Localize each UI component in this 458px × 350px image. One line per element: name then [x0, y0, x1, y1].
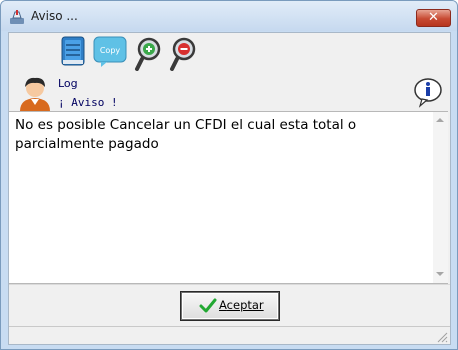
- log-label: Log: [58, 77, 78, 90]
- aviso-label: ¡ Aviso !: [58, 96, 118, 109]
- close-button[interactable]: ✕: [416, 9, 451, 27]
- accept-label: Aceptar: [219, 298, 264, 312]
- zoom-in-icon[interactable]: [133, 37, 163, 71]
- copy-button[interactable]: Copy: [93, 36, 127, 68]
- button-bar: Aceptar: [9, 284, 450, 326]
- window-title: Aviso ...: [31, 9, 78, 23]
- app-icon: [10, 10, 24, 24]
- notebook-icon[interactable]: [60, 36, 86, 66]
- svg-text:Copy: Copy: [100, 46, 121, 55]
- close-icon: ✕: [428, 10, 439, 25]
- zoom-out-icon[interactable]: [168, 37, 198, 71]
- scroll-down-icon[interactable]: [436, 272, 444, 276]
- info-icon: [414, 78, 442, 108]
- vertical-scrollbar[interactable]: [433, 112, 448, 283]
- dialog-window: Aviso ... ✕ Copy Log ¡ Aviso ! No es pos…: [0, 0, 458, 350]
- scroll-up-icon[interactable]: [436, 118, 444, 122]
- checkmark-icon: [199, 298, 217, 313]
- dialog-body: Copy Log ¡ Aviso ! No es posible Cancela…: [8, 32, 451, 345]
- status-bar: [9, 326, 450, 345]
- resize-grip-icon[interactable]: [436, 331, 448, 343]
- message-text: No es posible Cancelar un CFDI el cual e…: [15, 117, 357, 152]
- accept-button[interactable]: Aceptar: [181, 292, 279, 320]
- user-avatar-icon: [20, 77, 50, 111]
- copy-icon: Copy: [93, 36, 127, 67]
- title-bar[interactable]: Aviso ... ✕: [1, 1, 457, 31]
- message-box[interactable]: No es posible Cancelar un CFDI el cual e…: [9, 111, 448, 284]
